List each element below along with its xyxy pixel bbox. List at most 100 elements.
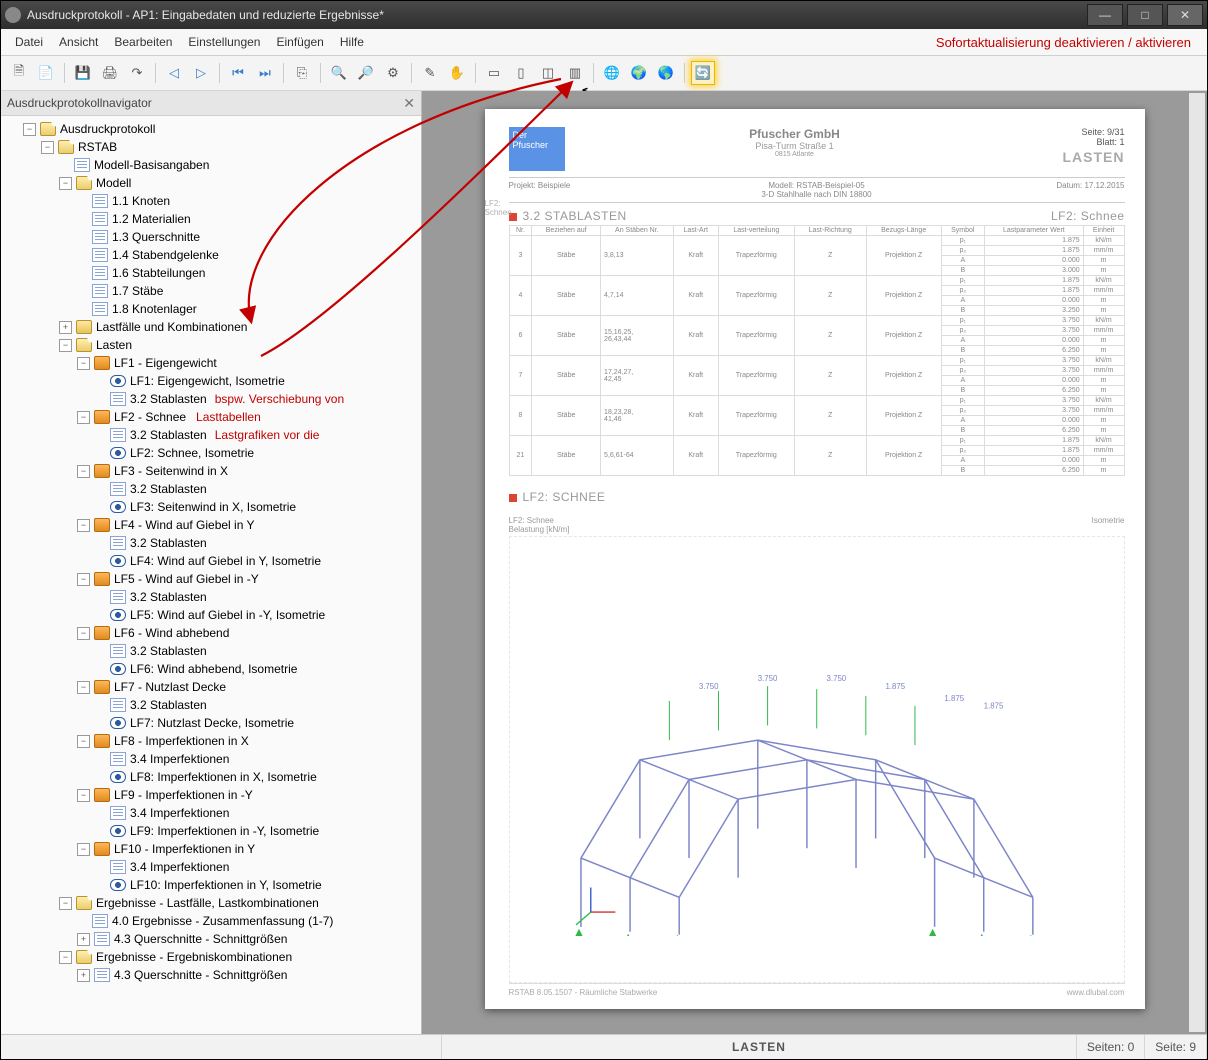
tb-page2-icon[interactable]: ▯ (509, 61, 533, 85)
tree-item[interactable]: 3.2 Stablasten (93, 642, 419, 660)
tb-new-icon[interactable]: 🗎 (7, 61, 31, 85)
tree-item[interactable]: 1.2 Materialien (75, 210, 419, 228)
tree-item[interactable]: LF3: Seitenwind in X, Isometrie (93, 498, 419, 516)
tree-item[interactable]: 1.1 Knoten (75, 192, 419, 210)
tb-globe2-icon[interactable]: 🌍 (627, 61, 651, 85)
navigator-close-icon[interactable]: ✕ (403, 95, 415, 112)
folder-open-icon (40, 122, 56, 136)
tree-lf[interactable]: −LF8 - Imperfektionen in X (75, 732, 419, 750)
tree-item[interactable]: LF8: Imperfektionen in X, Isometrie (93, 768, 419, 786)
tree-item[interactable]: 3.4 Imperfektionen (93, 750, 419, 768)
tree-item[interactable]: 1.6 Stabteilungen (75, 264, 419, 282)
tree-item[interactable]: LF1: Eigengewicht, Isometrie (93, 372, 419, 390)
page-icon (74, 158, 90, 172)
page-icon (110, 752, 126, 766)
tree-item[interactable]: LF5: Wind auf Giebel in -Y, Isometrie (93, 606, 419, 624)
tree-lastfaelle-komb[interactable]: +Lastfälle und Kombinationen (57, 318, 419, 336)
tb-prev-icon[interactable]: ◁ (162, 61, 186, 85)
eye-icon (110, 447, 126, 459)
menu-hilfe[interactable]: Hilfe (332, 31, 372, 53)
tree-item[interactable]: 1.3 Querschnitte (75, 228, 419, 246)
tb-globe1-icon[interactable]: 🌐 (600, 61, 624, 85)
menu-bearbeiten[interactable]: Bearbeiten (106, 31, 180, 53)
tree-lf[interactable]: −LF4 - Wind auf Giebel in Y (75, 516, 419, 534)
tree-item[interactable]: 3.4 Imperfektionen (93, 858, 419, 876)
menu-ansicht[interactable]: Ansicht (51, 31, 106, 53)
tb-copy-icon[interactable]: ⎘ (290, 61, 314, 85)
render-caption: LF2: Schnee Belastung [kN/m]Isometrie (509, 516, 1125, 534)
tree-item[interactable]: 1.7 Stäbe (75, 282, 419, 300)
tree-item[interactable]: +4.3 Querschnitte - Schnittgrößen (75, 930, 419, 948)
loadcase-icon (94, 788, 110, 802)
tree-root[interactable]: −Ausdruckprotokoll (21, 120, 419, 138)
tree-model-basis[interactable]: Modell-Basisangaben (57, 156, 419, 174)
menu-einfuegen[interactable]: Einfügen (268, 31, 331, 53)
tree-modell[interactable]: −Modell (57, 174, 419, 192)
tb-last-icon[interactable]: ⏭ (253, 61, 277, 85)
tree-lf[interactable]: −LF1 - Eigengewicht (75, 354, 419, 372)
tb-page4-icon[interactable]: ▥ (563, 61, 587, 85)
svg-text:3.750: 3.750 (699, 682, 719, 691)
tb-page3-icon[interactable]: ◫ (536, 61, 560, 85)
tree-lf[interactable]: −LF3 - Seitenwind in X (75, 462, 419, 480)
tb-print-icon[interactable]: 🖨 (98, 61, 122, 85)
loadcase-icon (94, 464, 110, 478)
preview-viewport[interactable]: LF2: Schnee DerPfuscher Pfuscher GmbH Pi… (422, 91, 1207, 1034)
tree-item[interactable]: 4.0 Ergebnisse - Zusammenfassung (1-7) (75, 912, 419, 930)
tb-refresh-toggle-icon[interactable]: 🔄 (691, 61, 715, 85)
menu-einstellungen[interactable]: Einstellungen (180, 31, 268, 53)
tb-settings-icon[interactable]: ⚙ (381, 61, 405, 85)
minimize-button[interactable]: — (1087, 4, 1123, 26)
tb-next-icon[interactable]: ▷ (189, 61, 213, 85)
folder-icon (76, 320, 92, 334)
eye-icon (110, 717, 126, 729)
tb-page1-icon[interactable]: ▭ (482, 61, 506, 85)
svg-text:1.875: 1.875 (944, 694, 964, 703)
tree-item[interactable]: LF7: Nutzlast Decke, Isometrie (93, 714, 419, 732)
tree-item[interactable]: 3.2 Stablasten (93, 588, 419, 606)
tb-save-icon[interactable]: 💾 (71, 61, 95, 85)
tree-item[interactable]: 1.4 Stabendgelenke (75, 246, 419, 264)
tb-select-icon[interactable]: ✎ (418, 61, 442, 85)
menu-datei[interactable]: Datei (7, 31, 51, 53)
tree-item[interactable]: LF9: Imperfektionen in -Y, Isometrie (93, 822, 419, 840)
page-preview: LF2: Schnee DerPfuscher Pfuscher GmbH Pi… (485, 109, 1145, 1009)
tree-lf[interactable]: −LF9 - Imperfektionen in -Y (75, 786, 419, 804)
tb-first-icon[interactable]: ⏮ (226, 61, 250, 85)
tb-open-icon[interactable]: 📄 (34, 61, 58, 85)
tree-item[interactable]: 3.2 Stablasten (93, 480, 419, 498)
preview-scrollbar[interactable] (1189, 93, 1205, 1032)
navigator-tree[interactable]: −Ausdruckprotokoll −RSTAB Modell-Basisan… (1, 116, 421, 1034)
tree-item[interactable]: LF4: Wind auf Giebel in Y, Isometrie (93, 552, 419, 570)
tb-hand-icon[interactable]: ✋ (445, 61, 469, 85)
section-stablasten: 3.2 STABLASTEN LF2: Schnee (509, 209, 1125, 223)
tree-lf[interactable]: −LF10 - Imperfektionen in Y (75, 840, 419, 858)
tree-item[interactable]: LF2: Schnee, Isometrie (93, 444, 419, 462)
navigator-panel: Ausdruckprotokollnavigator ✕ −Ausdruckpr… (1, 91, 422, 1034)
tree-lf[interactable]: −LF5 - Wind auf Giebel in -Y (75, 570, 419, 588)
tree-rstab[interactable]: −RSTAB (39, 138, 419, 156)
tree-item[interactable]: +4.3 Querschnitte - Schnittgrößen (75, 966, 419, 984)
tree-item[interactable]: LF6: Wind abhebend, Isometrie (93, 660, 419, 678)
tree-item[interactable]: 3.2 Stablastenbspw. Verschiebung von (93, 390, 419, 408)
tree-item[interactable]: LF10: Imperfektionen in Y, Isometrie (93, 876, 419, 894)
tree-item[interactable]: 1.8 Knotenlager (75, 300, 419, 318)
tree-erg-ek[interactable]: −Ergebnisse - Ergebniskombinationen (57, 948, 419, 966)
tree-item[interactable]: 3.2 Stablasten (93, 534, 419, 552)
tree-lf[interactable]: −LF2 - SchneeLasttabellen (75, 408, 419, 426)
tb-zoom-in-icon[interactable]: 🔍 (327, 61, 351, 85)
tree-lf[interactable]: −LF7 - Nutzlast Decke (75, 678, 419, 696)
tree-erg-lf[interactable]: −Ergebnisse - Lastfälle, Lastkombination… (57, 894, 419, 912)
tb-globe3-icon[interactable]: 🌎 (654, 61, 678, 85)
tree-lasten[interactable]: −Lasten (57, 336, 419, 354)
app-icon (5, 7, 21, 23)
tb-export-icon[interactable]: ↷ (125, 61, 149, 85)
tree-item[interactable]: 3.2 StablastenLastgrafiken vor die (93, 426, 419, 444)
tb-zoom-out-icon[interactable]: 🔎 (354, 61, 378, 85)
page-icon (92, 284, 108, 298)
maximize-button[interactable]: □ (1127, 4, 1163, 26)
tree-lf[interactable]: −LF6 - Wind abhebend (75, 624, 419, 642)
tree-item[interactable]: 3.4 Imperfektionen (93, 804, 419, 822)
tree-item[interactable]: 3.2 Stablasten (93, 696, 419, 714)
close-button[interactable]: ✕ (1167, 4, 1203, 26)
